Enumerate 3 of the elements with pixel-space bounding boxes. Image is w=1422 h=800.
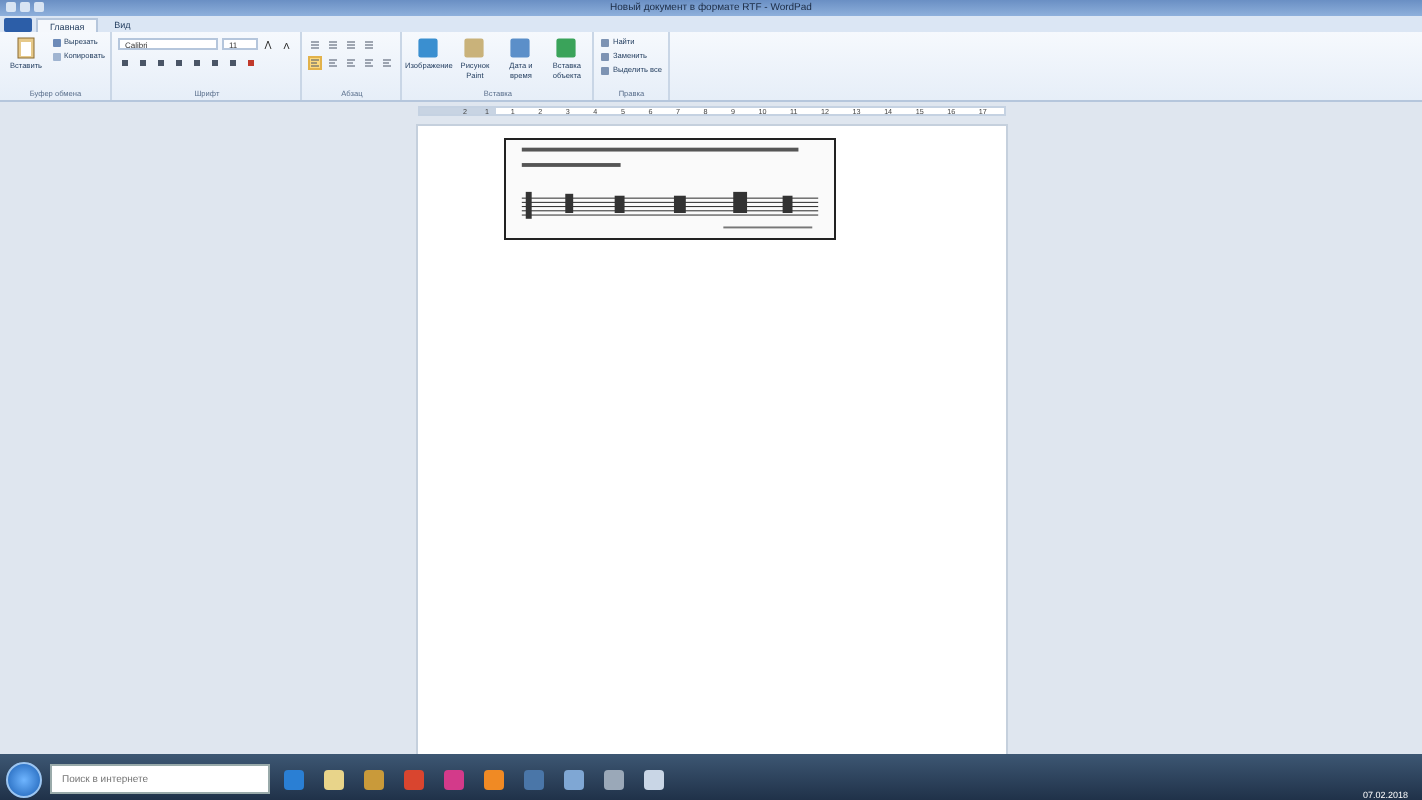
align-left-icon[interactable] — [308, 55, 323, 69]
start-button[interactable] — [6, 761, 42, 797]
clipboard-icon — [14, 36, 38, 60]
